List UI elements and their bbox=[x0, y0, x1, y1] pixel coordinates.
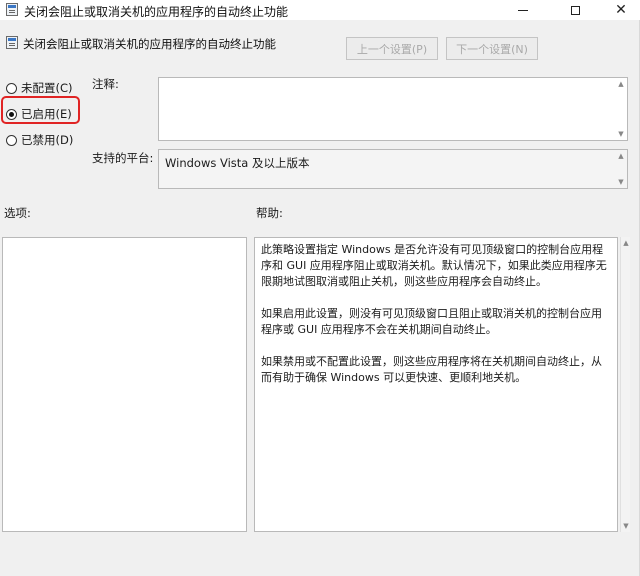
radio-label-not-configured: 未配置(C) bbox=[21, 81, 73, 95]
radio-not-configured[interactable]: 未配置(C) bbox=[6, 80, 73, 96]
window-title: 关闭会阻止或取消关机的应用程序的自动终止功能 bbox=[24, 5, 289, 19]
scroll-up-arrow-icon[interactable]: ▲ bbox=[617, 80, 625, 88]
comment-textarea[interactable]: ▲ ▼ bbox=[158, 77, 628, 141]
policy-icon bbox=[6, 3, 18, 16]
radio-button[interactable] bbox=[6, 134, 17, 146]
help-paragraph: 如果禁用或不配置此设置，则这些应用程序将在关机期间自动终止，从而有助于确保 Wi… bbox=[261, 355, 602, 384]
previous-setting-button[interactable]: 上一个设置(P) bbox=[346, 37, 438, 60]
scroll-down-arrow-icon[interactable]: ▼ bbox=[622, 522, 630, 530]
help-label: 帮助: bbox=[256, 206, 283, 220]
maximize-button[interactable] bbox=[552, 0, 598, 20]
options-label: 选项: bbox=[4, 206, 31, 220]
help-paragraph: 此策略设置指定 Windows 是否允许没有可见顶级窗口的控制台应用程序和 GU… bbox=[261, 243, 607, 288]
comment-label: 注释: bbox=[92, 77, 119, 91]
minimize-button[interactable] bbox=[500, 0, 546, 20]
scroll-up-arrow-icon[interactable]: ▲ bbox=[622, 239, 630, 247]
scroll-down-arrow-icon[interactable]: ▼ bbox=[617, 178, 625, 186]
policy-setting-dialog: 关闭会阻止或取消关机的应用程序的自动终止功能 ✕ 关闭会阻止或取消关机的应用程序… bbox=[0, 0, 640, 576]
options-panel bbox=[2, 237, 247, 532]
supported-platform-value: Windows Vista 及以上版本 bbox=[165, 156, 310, 170]
radio-button[interactable] bbox=[6, 82, 17, 94]
minimize-icon bbox=[518, 9, 528, 11]
policy-title: 关闭会阻止或取消关机的应用程序的自动终止功能 bbox=[23, 37, 276, 51]
help-paragraph: 如果启用此设置，则没有可见顶级窗口且阻止或取消关机的控制台应用程序或 GUI 应… bbox=[261, 307, 602, 336]
scroll-down-arrow-icon[interactable]: ▼ bbox=[617, 130, 625, 138]
next-setting-button[interactable]: 下一个设置(N) bbox=[446, 37, 538, 60]
supported-platform-field: Windows Vista 及以上版本 ▲ ▼ bbox=[158, 149, 628, 189]
maximize-icon bbox=[570, 5, 580, 15]
radio-disabled[interactable]: 已禁用(D) bbox=[6, 132, 73, 148]
help-panel: 此策略设置指定 Windows 是否允许没有可见顶级窗口的控制台应用程序和 GU… bbox=[254, 237, 618, 532]
supported-platform-label: 支持的平台: bbox=[92, 151, 154, 165]
scroll-up-arrow-icon[interactable]: ▲ bbox=[617, 152, 625, 160]
close-button[interactable]: ✕ bbox=[598, 0, 640, 20]
policy-header-icon bbox=[6, 36, 18, 49]
highlight-annotation bbox=[1, 96, 80, 124]
close-icon: ✕ bbox=[615, 2, 627, 18]
radio-label-disabled: 已禁用(D) bbox=[21, 133, 74, 147]
title-bar: 关闭会阻止或取消关机的应用程序的自动终止功能 ✕ bbox=[0, 0, 640, 20]
help-scrollbar[interactable]: ▲ ▼ bbox=[620, 237, 630, 532]
